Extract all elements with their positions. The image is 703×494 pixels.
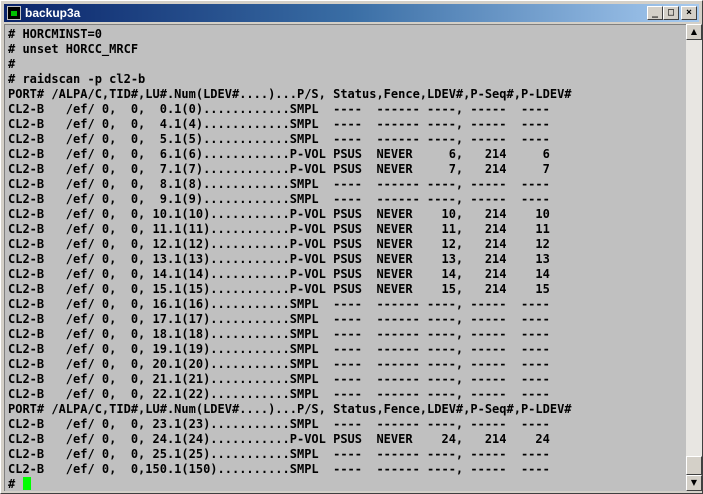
terminal-line: CL2-B /ef/ 0, 0, 21.1(21)...........SMPL… — [8, 372, 550, 386]
terminal-line: CL2-B /ef/ 0, 0,150.1(150)..........SMPL… — [8, 462, 550, 476]
terminal-line: CL2-B /ef/ 0, 0, 0.1(0)............SMPL … — [8, 102, 550, 116]
scroll-down-button[interactable]: ▼ — [686, 475, 702, 491]
scroll-up-button[interactable]: ▲ — [686, 24, 702, 40]
terminal-line: # HORCMINST=0 — [8, 27, 102, 41]
terminal-line: CL2-B /ef/ 0, 0, 4.1(4)............SMPL … — [8, 117, 550, 131]
prompt-line[interactable]: # — [8, 477, 572, 491]
close-button[interactable]: × — [681, 6, 697, 20]
terminal-line: CL2-B /ef/ 0, 0, 5.1(5)............SMPL … — [8, 132, 550, 146]
terminal-line: CL2-B /ef/ 0, 0, 10.1(10)...........P-VO… — [8, 207, 550, 221]
terminal-line: PORT# /ALPA/C,TID#,LU#.Num(LDEV#....)...… — [8, 402, 572, 416]
vertical-scrollbar[interactable]: ▲ ▼ — [686, 24, 702, 491]
terminal-line: CL2-B /ef/ 0, 0, 11.1(11)...........P-VO… — [8, 222, 550, 236]
minimize-button[interactable]: _ — [647, 6, 663, 20]
terminal-line: CL2-B /ef/ 0, 0, 25.1(25)...........SMPL… — [8, 447, 550, 461]
terminal-line: # — [8, 57, 16, 71]
terminal-output: # HORCMINST=0 # unset HORCC_MRCF # # raidsc… — [8, 27, 572, 491]
terminal-line: CL2-B /ef/ 0, 0, 8.1(8)............SMPL … — [8, 177, 550, 191]
terminal-line: PORT# /ALPA/C,TID#,LU#.Num(LDEV#....)...… — [8, 87, 572, 101]
terminal-line: CL2-B /ef/ 0, 0, 9.1(9)............SMPL … — [8, 192, 550, 206]
terminal-line: CL2-B /ef/ 0, 0, 14.1(14)...........P-VO… — [8, 267, 550, 281]
terminal-line: CL2-B /ef/ 0, 0, 19.1(19)...........SMPL… — [8, 342, 550, 356]
terminal-line: CL2-B /ef/ 0, 0, 7.1(7)............P-VOL… — [8, 162, 550, 176]
window-title: backup3a — [25, 6, 81, 20]
terminal-line: CL2-B /ef/ 0, 0, 23.1(23)...........SMPL… — [8, 417, 550, 431]
scroll-thumb[interactable] — [686, 456, 702, 475]
terminal-line: CL2-B /ef/ 0, 0, 12.1(12)...........P-VO… — [8, 237, 550, 251]
terminal-line: CL2-B /ef/ 0, 0, 15.1(15)...........P-VO… — [8, 282, 550, 296]
title-bar[interactable]: backup3a _ □ × — [4, 4, 699, 22]
terminal-line: CL2-B /ef/ 0, 0, 16.1(16)...........SMPL… — [8, 297, 550, 311]
prompt-symbol: # — [8, 477, 16, 491]
text-cursor — [23, 477, 32, 490]
terminal-line: # unset HORCC_MRCF — [8, 42, 139, 56]
terminal-line: CL2-B /ef/ 0, 0, 6.1(6)............P-VOL… — [8, 147, 550, 161]
terminal-line: CL2-B /ef/ 0, 0, 18.1(18)...........SMPL… — [8, 327, 550, 341]
window-controls: _ □ × — [647, 6, 697, 20]
terminal-line: # raidscan -p cl2-b — [8, 72, 146, 86]
terminal-line: CL2-B /ef/ 0, 0, 13.1(13)...........P-VO… — [8, 252, 550, 266]
terminal-window: backup3a _ □ × # HORCMINST=0 # unset HORC… — [0, 0, 703, 494]
terminal-line: CL2-B /ef/ 0, 0, 20.1(20)...........SMPL… — [8, 357, 550, 371]
terminal-area[interactable]: # HORCMINST=0 # unset HORCC_MRCF # # raidsc… — [4, 24, 686, 491]
terminal-line: CL2-B /ef/ 0, 0, 24.1(24)...........P-VO… — [8, 432, 550, 446]
maximize-button[interactable]: □ — [663, 6, 679, 20]
terminal-app-icon[interactable] — [7, 6, 21, 20]
terminal-line: CL2-B /ef/ 0, 0, 22.1(22)...........SMPL… — [8, 387, 550, 401]
terminal-line: CL2-B /ef/ 0, 0, 17.1(17)...........SMPL… — [8, 312, 550, 326]
